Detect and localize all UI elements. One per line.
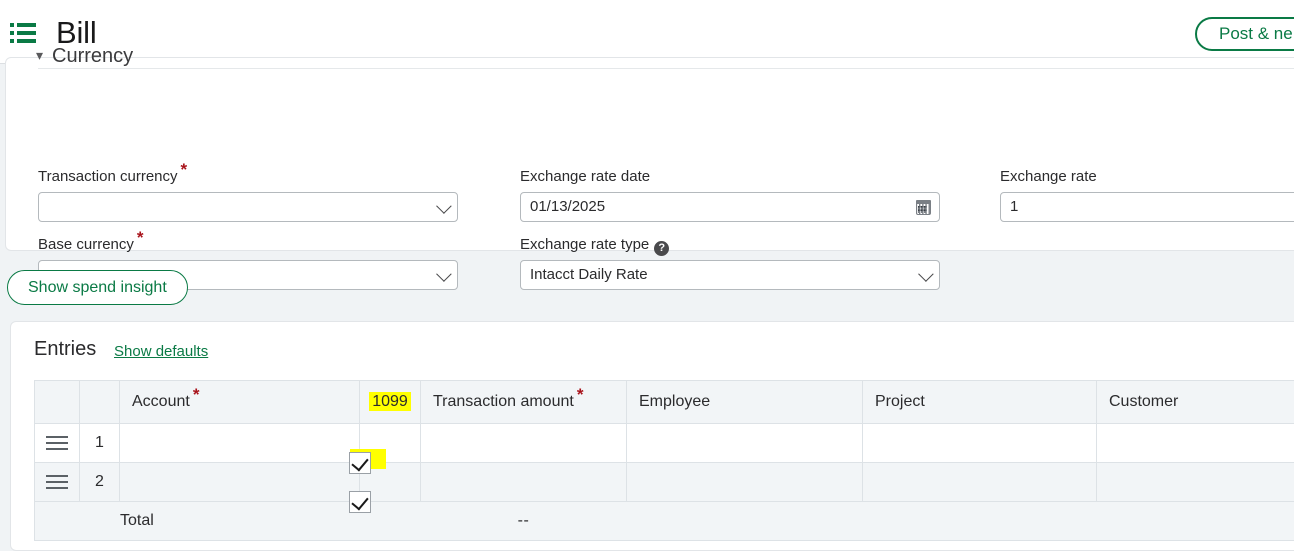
total-spacer-num [80,502,120,541]
exchange-rate-date-label: Exchange rate date [520,168,650,185]
calendar-icon[interactable] [916,200,931,215]
column-header-handle [35,381,80,424]
exchange-rate-label: Exchange rate [1000,168,1097,185]
checkbox-1099[interactable] [349,491,371,513]
exchange-rate-input[interactable]: 1 [1000,192,1294,222]
row-drag-handle-cell[interactable] [35,424,80,463]
row-drag-handle-cell[interactable] [35,463,80,502]
required-asterisk: * [193,385,200,404]
required-asterisk: * [137,228,144,247]
section-divider [38,68,1294,69]
drag-handle-icon[interactable] [46,436,68,450]
required-asterisk: * [181,160,188,179]
column-header-employee[interactable]: Employee [627,381,863,424]
row-number: 2 [80,463,120,502]
column-header-rownum [80,381,120,424]
base-currency-label: Base currency* [38,236,144,253]
currency-section-title: Currency [52,45,133,67]
total-spacer-customer [1097,502,1294,541]
exchange-rate-type-label: Exchange rate type? [520,236,669,256]
total-spacer-handle [35,502,80,541]
chevron-down-icon[interactable]: ▾ [36,47,52,64]
cell-project[interactable] [863,463,1097,502]
table-total-row: Total -- [35,502,1294,541]
column-header-customer[interactable]: Customer [1097,381,1294,424]
chevron-down-icon [436,198,452,214]
transaction-currency-dropdown[interactable] [38,192,458,222]
total-amount: -- [421,502,627,541]
list-menu-icon[interactable] [10,22,38,44]
cell-customer[interactable] [1097,463,1294,502]
column-header-1099[interactable]: 1099 [360,381,421,424]
table-row: 2 [35,463,1294,502]
column-header-transaction-amount[interactable]: Transaction amount* [421,381,627,424]
cell-account[interactable] [120,463,360,502]
post-and-new-button[interactable]: Post & ne [1195,17,1294,51]
cell-employee[interactable] [627,463,863,502]
column-header-project[interactable]: Project [863,381,1097,424]
checkbox-1099[interactable] [349,452,371,474]
currency-section-header[interactable]: ▾Currency [36,45,133,68]
show-defaults-link[interactable]: Show defaults [114,343,208,360]
cell-transaction-amount[interactable] [421,463,627,502]
table-row: 1 [35,424,1294,463]
show-spend-insight-button[interactable]: Show spend insight [7,270,188,305]
total-spacer-employee [627,502,863,541]
currency-section: ▾Currency Transaction currency* Base cur… [5,57,1294,251]
entries-title: Entries [34,338,96,361]
check-icon [351,493,368,511]
exchange-rate-type-dropdown[interactable]: Intacct Daily Rate [520,260,940,290]
cell-transaction-amount[interactable] [421,424,627,463]
table-header-row: Account* 1099 Transaction amount* Employ… [35,381,1294,424]
exchange-rate-date-input[interactable]: 01/13/2025 [520,192,940,222]
cell-customer[interactable] [1097,424,1294,463]
required-asterisk: * [577,385,584,404]
cell-employee[interactable] [627,424,863,463]
column-header-account[interactable]: Account* [120,381,360,424]
total-spacer-project [863,502,1097,541]
total-label: Total [120,502,360,541]
entries-section: Entries Show defaults Account* 1099 [10,321,1294,551]
cell-account[interactable] [120,424,360,463]
cell-project[interactable] [863,424,1097,463]
row-number: 1 [80,424,120,463]
drag-handle-icon[interactable] [46,475,68,489]
check-icon [351,454,368,472]
transaction-currency-label: Transaction currency* [38,168,187,185]
cell-1099[interactable] [360,424,421,463]
app-header: Bill Post & ne [0,0,1294,64]
help-icon[interactable]: ? [654,241,669,256]
chevron-down-icon [436,266,452,282]
entries-table: Account* 1099 Transaction amount* Employ… [34,380,1294,541]
